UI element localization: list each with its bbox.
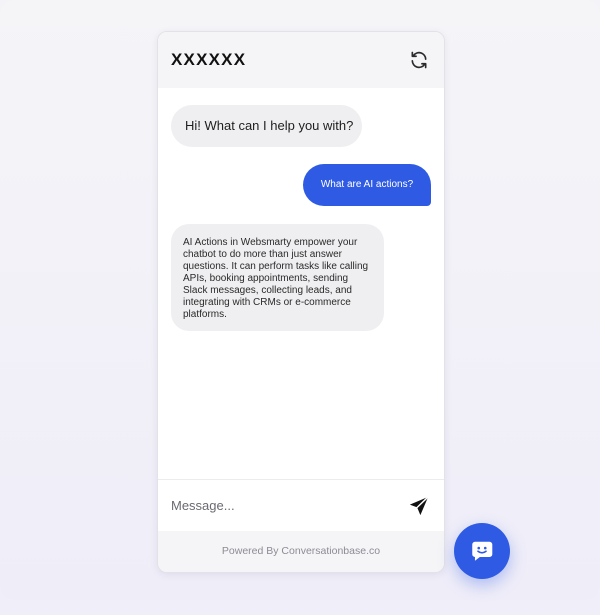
bot-message: Hi! What can I help you with?: [171, 105, 362, 147]
message-input[interactable]: [171, 498, 406, 513]
chat-smile-icon: [469, 538, 495, 564]
chat-widget: XXXXXX Hi! What can I help you with? Wha…: [157, 31, 445, 573]
chat-launcher-button[interactable]: [454, 523, 510, 579]
bot-message: AI Actions in Websmarty empower your cha…: [171, 224, 384, 331]
message-list: Hi! What can I help you with? What are A…: [158, 88, 444, 478]
message-composer: [158, 479, 444, 531]
user-message: What are AI actions?: [303, 164, 431, 206]
refresh-icon[interactable]: [407, 48, 431, 72]
powered-by-footer[interactable]: Powered By Conversationbase.co: [158, 531, 444, 572]
chat-title: XXXXXX: [171, 50, 247, 69]
send-icon[interactable]: [406, 493, 432, 519]
chat-header: XXXXXX: [158, 32, 444, 88]
